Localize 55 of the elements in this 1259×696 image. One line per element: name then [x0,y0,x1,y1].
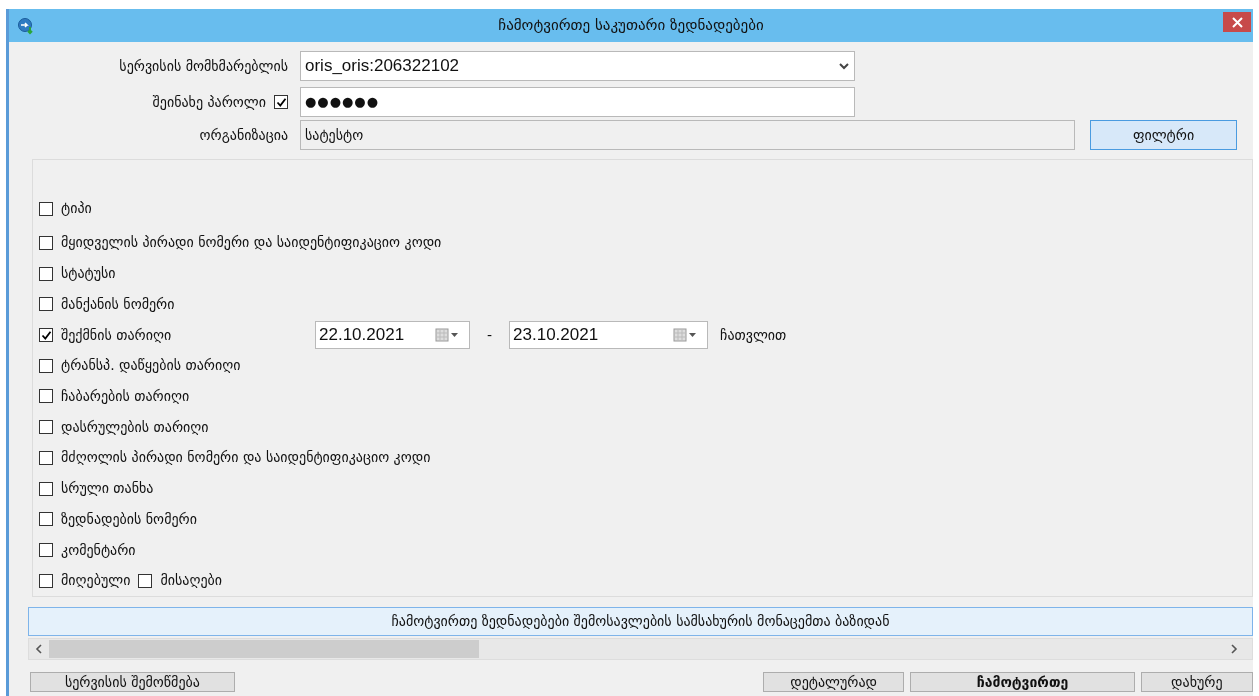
checkbox[interactable] [39,512,53,527]
inclusive-label: ჩათვლით [720,325,787,345]
filter-label: კომენტარი [61,540,136,560]
filter-label: სრული თანხა [61,479,154,499]
field-label: შეინახე პაროლი [152,92,266,112]
horizontal-scrollbar[interactable] [28,638,1253,660]
calendar-dropdown-icon[interactable] [435,328,461,343]
filter-label: მძღოლის პირადი ნომერი და საიდენტიფიკაციო კოდი [61,448,431,468]
close-icon [1231,16,1243,28]
checkbox[interactable] [39,266,53,281]
filter-label: ტრანსპ. დაწყების თარიღი [61,356,241,376]
action-button[interactable]: დეტალურად [762,672,905,692]
filter-label: მანქანის ნომერი [61,294,175,314]
checkbox[interactable] [274,95,288,109]
checkbox[interactable] [39,450,53,465]
date-field[interactable]: 22.10.2021 [315,321,470,350]
field-label: სერვისის მომხმარებლის [118,56,289,76]
range-separator: - [486,325,494,345]
filter-label: ტიპი [61,199,92,219]
action-button[interactable]: დახურე [1140,672,1253,692]
filter-label: სტატუსი [61,264,116,284]
action-button[interactable]: სერვისის შემოწმება [30,672,235,692]
chevron-down-icon [838,62,850,70]
filter-label: ჩაბარების თარიღი [61,387,190,406]
app-icon [17,16,35,35]
checkbox[interactable] [39,573,53,588]
checkbox[interactable] [39,297,53,312]
action-button[interactable]: ჩამოტვირთე [910,672,1135,692]
filter-label: ზედნადების ნომერი [61,509,197,529]
checkbox[interactable] [39,201,53,216]
checkbox[interactable] [138,573,153,588]
filter-label: მიღებული [61,571,131,591]
filter-label: მისაღები [160,571,222,591]
chevron-left-icon[interactable] [35,644,43,654]
checkbox[interactable] [39,481,53,496]
checkbox[interactable] [39,235,53,250]
field-label: ორგანიზაცია [198,125,289,145]
user-dropdown[interactable]: oris_oris:206322102 [300,51,855,81]
organization-field: სატესტო [300,120,1075,150]
date-field[interactable]: 23.10.2021 [509,321,709,350]
window-title: ჩამოტვირთე საკუთარი ზედნადებები [497,15,765,37]
checkbox[interactable] [39,420,53,435]
download-banner-button[interactable]: ჩამოტვირთე ზედნადებები შემოსავლების სამსახურის მონაცემთა ბაზიდან [28,607,1253,636]
close-button[interactable] [1223,12,1251,32]
filter-button[interactable]: ფილტრი [1090,120,1237,150]
checkbox[interactable] [39,358,53,373]
filter-label: მყიდველის პირადი ნომერი და საიდენტიფიკაციო კოდი [61,233,442,253]
chevron-right-icon[interactable] [1230,644,1238,654]
checkbox[interactable] [39,543,53,557]
checkbox[interactable] [39,328,53,343]
scrollbar-thumb[interactable] [49,640,479,658]
password-field[interactable]: ●●●●●● [300,87,855,117]
filter-label: შექმნის თარიღი [61,325,173,345]
checkbox[interactable] [39,389,53,404]
filter-label: დასრულების თარიღი [61,417,209,437]
